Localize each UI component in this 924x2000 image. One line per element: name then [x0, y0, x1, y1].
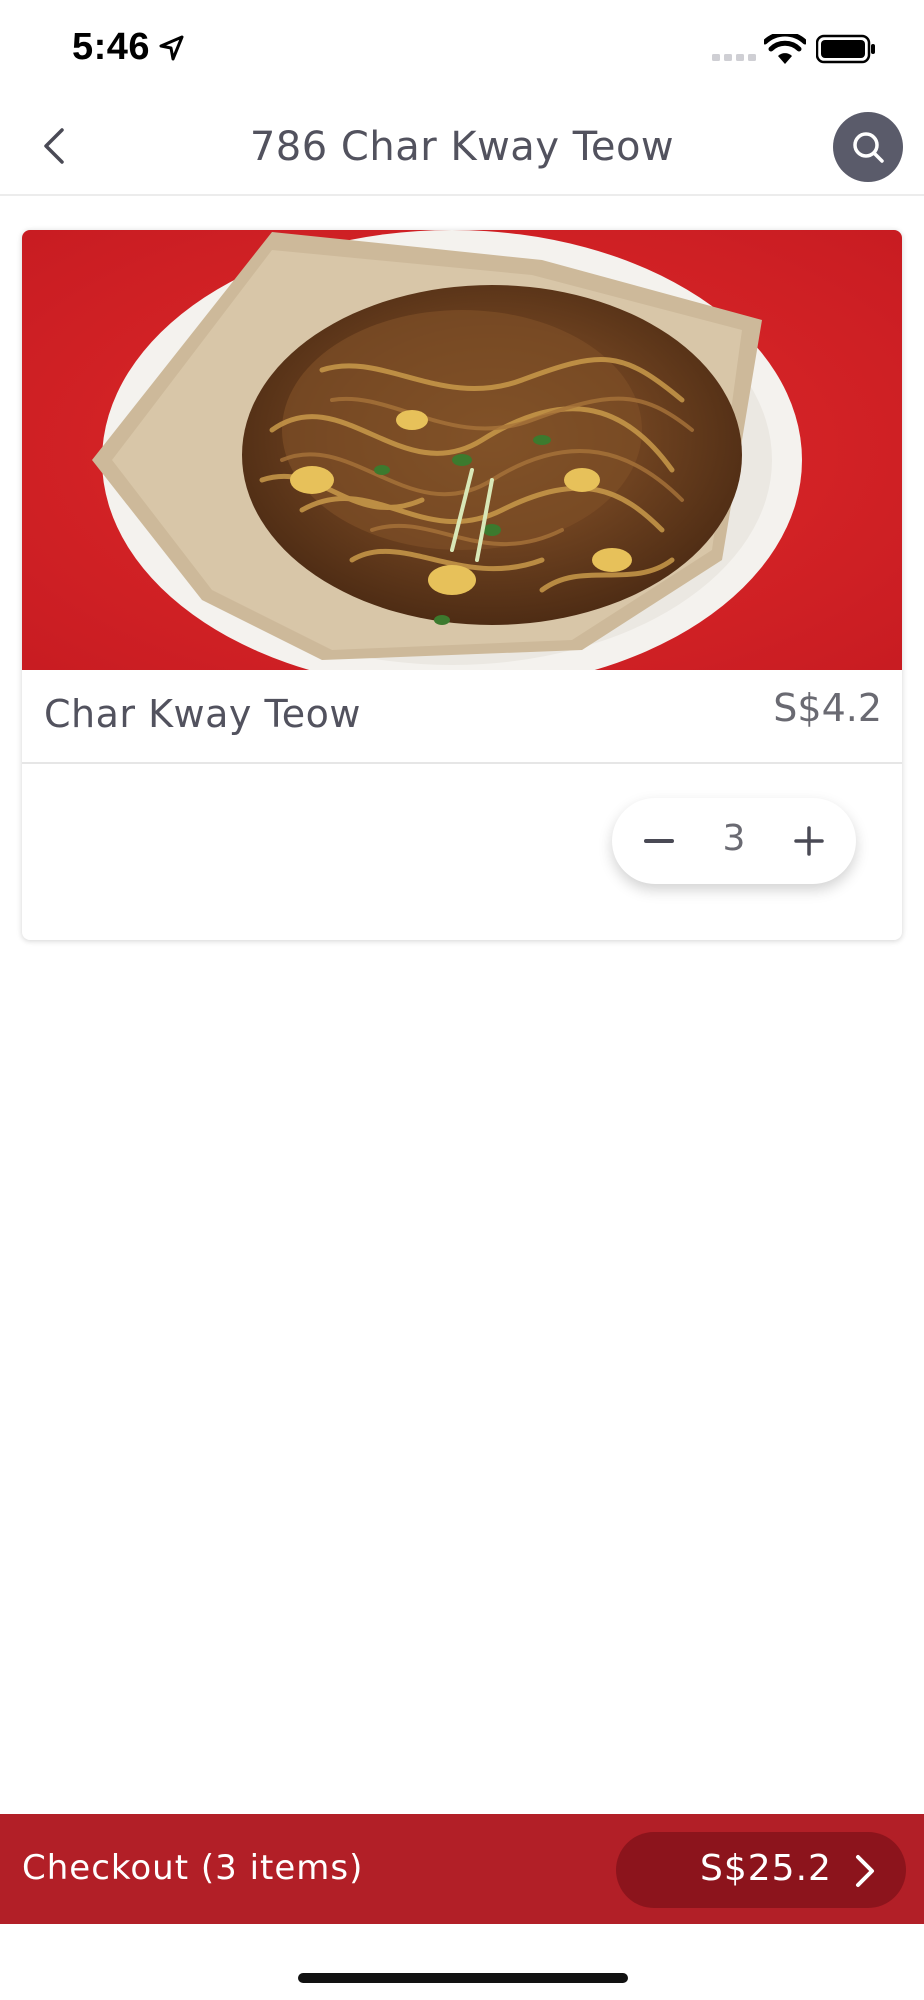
- checkout-total: S$25.2: [700, 1848, 832, 1889]
- home-indicator[interactable]: [298, 1973, 628, 1983]
- search-button[interactable]: [833, 112, 903, 182]
- search-icon: [853, 132, 884, 163]
- menu-item-card[interactable]: Char Kway Teow S$4.2 3: [22, 230, 902, 940]
- checkout-label: Checkout (3 items): [22, 1848, 364, 1888]
- status-bar: 5:46: [0, 0, 924, 100]
- cellular-signal-icon: [712, 54, 756, 61]
- quantity-stepper: 3: [612, 798, 856, 884]
- increase-quantity-button[interactable]: [784, 816, 834, 866]
- checkout-total-pill[interactable]: S$25.2: [616, 1832, 906, 1908]
- wifi-icon: [764, 34, 806, 64]
- plus-icon: [794, 826, 824, 856]
- battery-icon: [816, 34, 875, 64]
- nav-bar: 786 Char Kway Teow: [0, 100, 924, 196]
- location-arrow-icon: [159, 35, 184, 61]
- card-divider: [22, 762, 902, 764]
- status-time: 5:46: [72, 26, 151, 68]
- dish-name: Char Kway Teow: [44, 692, 361, 736]
- dish-image: [22, 230, 902, 670]
- chevron-right-icon: [856, 1855, 874, 1887]
- checkout-button[interactable]: Checkout (3 items) S$25.2: [0, 1814, 924, 1924]
- page-title: 786 Char Kway Teow: [249, 124, 675, 170]
- dish-price: S$4.2: [773, 686, 882, 730]
